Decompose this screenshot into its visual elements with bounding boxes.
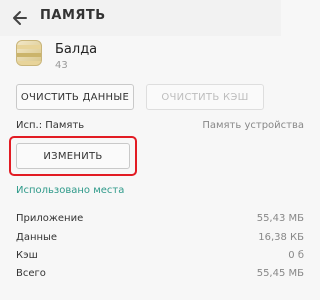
app-version: 43 xyxy=(55,60,68,71)
usage-total-value: 55,45 МБ xyxy=(256,268,304,279)
usage-data-value: 16,38 КБ xyxy=(258,232,304,243)
clear-cache-button[interactable]: ОЧИСТИТЬ КЭШ xyxy=(146,84,264,110)
back-arrow-icon[interactable] xyxy=(10,8,30,28)
usage-total-label: Всего xyxy=(16,268,46,279)
usage-app-label: Приложение xyxy=(16,213,84,224)
change-storage-button[interactable]: ИЗМЕНИТЬ xyxy=(16,143,130,169)
usage-data-label: Данные xyxy=(16,232,58,243)
usage-cache-value: 0 б xyxy=(288,250,304,261)
storage-value: Память устройства xyxy=(202,120,304,131)
app-icon xyxy=(16,40,42,66)
page-title: ПАМЯТЬ xyxy=(40,8,106,23)
app-name: Балда xyxy=(55,42,98,57)
storage-label: Исп.: Память xyxy=(16,120,85,131)
usage-app-value: 55,43 МБ xyxy=(256,213,304,224)
section-title-used-space: Использовано места xyxy=(16,185,125,196)
usage-cache-label: Кэш xyxy=(16,250,38,261)
clear-data-button[interactable]: ОЧИСТИТЬ ДАННЫЕ xyxy=(16,84,134,110)
top-app-bar: ПАМЯТЬ xyxy=(0,0,281,36)
